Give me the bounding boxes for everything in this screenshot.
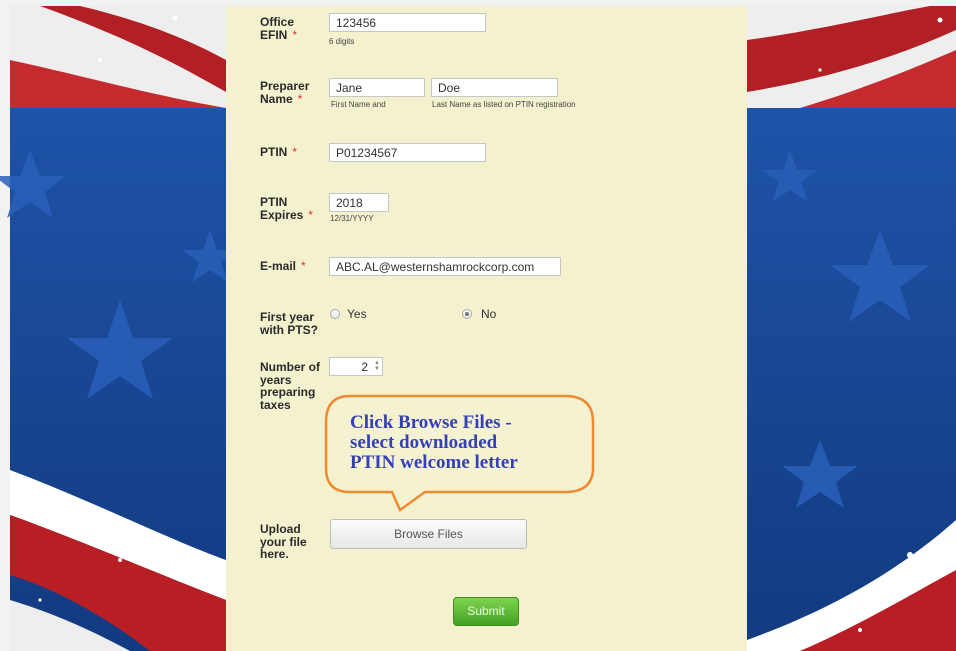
ptin-input[interactable]: P01234567 — [329, 143, 486, 162]
first-year-no-label: No — [481, 307, 497, 321]
upload-label: Upload your file here. — [260, 522, 307, 561]
first-year-no-radio[interactable] — [462, 309, 472, 319]
email-label: E-mail * — [260, 259, 306, 273]
years-preparing-label: Number of years preparing taxes — [260, 360, 320, 412]
first-name-hint: First Name and — [331, 100, 386, 109]
last-name-input[interactable]: Doe — [431, 78, 558, 97]
last-name-hint: Last Name as listed on PTIN registration — [432, 100, 576, 109]
browse-files-button[interactable]: Browse Files — [330, 519, 527, 549]
first-year-label: First year with PTS? — [260, 310, 318, 337]
first-year-yes-label: Yes — [347, 307, 367, 321]
submit-button[interactable]: Submit — [453, 597, 519, 626]
ptin-label: PTIN * — [260, 145, 298, 159]
ptin-expires-input[interactable]: 2018 — [329, 193, 389, 212]
office-efin-input[interactable]: 123456 — [329, 13, 486, 32]
ptin-expires-label: PTIN Expires * — [260, 195, 314, 222]
office-efin-hint: 6 digits — [329, 37, 355, 46]
first-year-yes-radio[interactable] — [330, 309, 340, 319]
ptin-expires-hint: 12/31/YYYY — [330, 214, 374, 223]
years-preparing-stepper[interactable]: 2 ▲ ▼ — [329, 357, 383, 376]
callout-text: Click Browse Files - select downloaded P… — [350, 412, 518, 473]
office-efin-label: Office EFIN * — [260, 15, 298, 42]
stepper-arrows-icon[interactable]: ▲ ▼ — [373, 360, 381, 374]
preparer-name-label: Preparer Name * — [260, 79, 310, 106]
first-name-input[interactable]: Jane — [329, 78, 425, 97]
email-input[interactable]: ABC.AL@westernshamrockcorp.com — [329, 257, 561, 276]
